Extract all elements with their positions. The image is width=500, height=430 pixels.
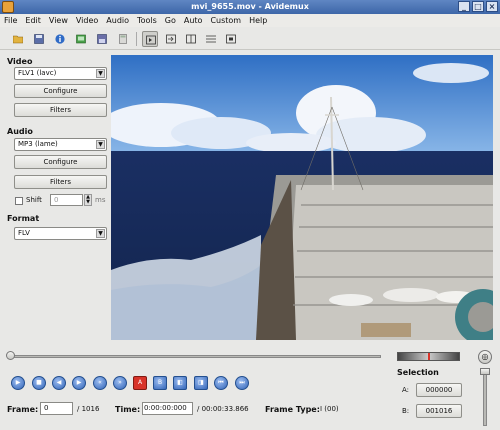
frame-type-value: I (00) (320, 405, 339, 413)
shift-unit: ms (95, 196, 106, 204)
split-view-icon[interactable] (183, 31, 199, 47)
volume-icon[interactable]: ◎ (478, 350, 492, 364)
chevron-down-icon: ▼ (96, 69, 105, 78)
set-marker-b-icon[interactable]: B (153, 376, 167, 390)
shift-label: Shift (26, 196, 42, 204)
video-codec-value: FLV1 (lavc) (18, 69, 57, 77)
frame-type-label: Frame Type: (265, 405, 320, 414)
format-select[interactable]: FLV ▼ (14, 227, 107, 240)
next-keyframe-icon[interactable]: » (113, 376, 127, 390)
info-icon[interactable] (52, 31, 68, 47)
shift-checkbox[interactable] (15, 197, 23, 205)
volume-handle[interactable] (480, 368, 490, 375)
minimize-button[interactable]: _ (458, 1, 470, 12)
video-configure-button[interactable]: Configure (14, 84, 107, 98)
shift-stepper[interactable]: ▲ ▼ (84, 194, 92, 206)
frame-label: Frame: (7, 405, 39, 414)
video-section-title: Video (7, 57, 33, 66)
title-bar: mvi_9655.mov - Avidemux _ □ × (0, 0, 500, 14)
menu-file[interactable]: File (4, 16, 17, 25)
horizontal-split-icon[interactable] (203, 31, 219, 47)
close-button[interactable]: × (486, 1, 498, 12)
preview-window-icon[interactable] (223, 31, 239, 47)
frame-input[interactable]: 0 (40, 402, 73, 415)
set-marker-a-icon[interactable]: A (133, 376, 147, 390)
play-icon[interactable]: ▶ (11, 376, 25, 390)
time-input[interactable]: 0:00:00:000 (142, 402, 193, 415)
maximize-button[interactable]: □ (472, 1, 484, 12)
shift-input[interactable]: 0 (50, 194, 83, 206)
video-codec-select[interactable]: FLV1 (lavc) ▼ (14, 67, 107, 80)
toolbar-separator (136, 32, 137, 46)
time-label: Time: (115, 405, 141, 414)
chevron-down-icon: ▼ (96, 229, 105, 238)
audio-section-title: Audio (7, 127, 33, 136)
selection-a-button[interactable]: 000000 (416, 383, 462, 397)
menu-view[interactable]: View (49, 16, 68, 25)
save-icon[interactable] (31, 31, 47, 47)
format-value: FLV (18, 229, 30, 237)
menu-video[interactable]: Video (76, 16, 98, 25)
selection-title: Selection (397, 368, 439, 377)
window-title: mvi_9655.mov - Avidemux (191, 2, 309, 11)
open-icon[interactable] (10, 31, 26, 47)
selection-b-label: B: (402, 407, 410, 415)
video-frame-image (111, 55, 493, 340)
audio-configure-button[interactable]: Configure (14, 155, 107, 169)
menu-audio[interactable]: Audio (106, 16, 129, 25)
chevron-down-icon: ▼ (96, 140, 105, 149)
menu-go[interactable]: Go (165, 16, 176, 25)
previous-black-frame-icon[interactable]: ◧ (173, 376, 187, 390)
time-value: 0:00:00:000 (144, 404, 187, 412)
stop-icon[interactable]: ■ (32, 376, 46, 390)
app-icon (2, 1, 14, 13)
output-view-icon[interactable] (163, 31, 179, 47)
frame-value: 0 (44, 404, 49, 412)
previous-frame-icon[interactable]: ◀ (52, 376, 66, 390)
save-image-icon[interactable] (73, 31, 89, 47)
menu-bar: File Edit View Video Audio Tools Go Auto… (0, 14, 500, 27)
next-frame-icon[interactable]: ▶ (72, 376, 86, 390)
audio-codec-value: MP3 (lame) (18, 140, 58, 148)
menu-help[interactable]: Help (249, 16, 267, 25)
last-frame-icon[interactable]: ⏭ (235, 376, 249, 390)
input-view-icon[interactable] (142, 31, 158, 47)
time-total: / 00:00:33.866 (197, 405, 249, 413)
video-filters-button[interactable]: Filters (14, 103, 107, 117)
volume-slider[interactable] (483, 372, 487, 426)
first-frame-icon[interactable]: ⏮ (214, 376, 228, 390)
audio-codec-select[interactable]: MP3 (lame) ▼ (14, 138, 107, 151)
audio-filters-button[interactable]: Filters (14, 175, 107, 189)
previous-keyframe-icon[interactable]: « (93, 376, 107, 390)
jog-shuttle[interactable] (397, 352, 460, 361)
video-preview (111, 55, 493, 340)
selection-a-label: A: (402, 386, 410, 394)
menu-custom[interactable]: Custom (210, 16, 241, 25)
format-section-title: Format (7, 214, 40, 223)
save-video-icon[interactable] (94, 31, 110, 47)
toolbar (0, 28, 500, 50)
timeline-track[interactable] (8, 355, 381, 358)
next-black-frame-icon[interactable]: ◨ (194, 376, 208, 390)
menu-auto[interactable]: Auto (184, 16, 203, 25)
frame-total: / 1016 (77, 405, 100, 413)
calculator-icon[interactable] (115, 31, 131, 47)
shift-value: 0 (54, 196, 59, 204)
menu-edit[interactable]: Edit (25, 16, 41, 25)
menu-tools[interactable]: Tools (137, 16, 157, 25)
timeline-handle[interactable] (6, 351, 15, 360)
selection-b-button[interactable]: 001016 (416, 404, 462, 418)
